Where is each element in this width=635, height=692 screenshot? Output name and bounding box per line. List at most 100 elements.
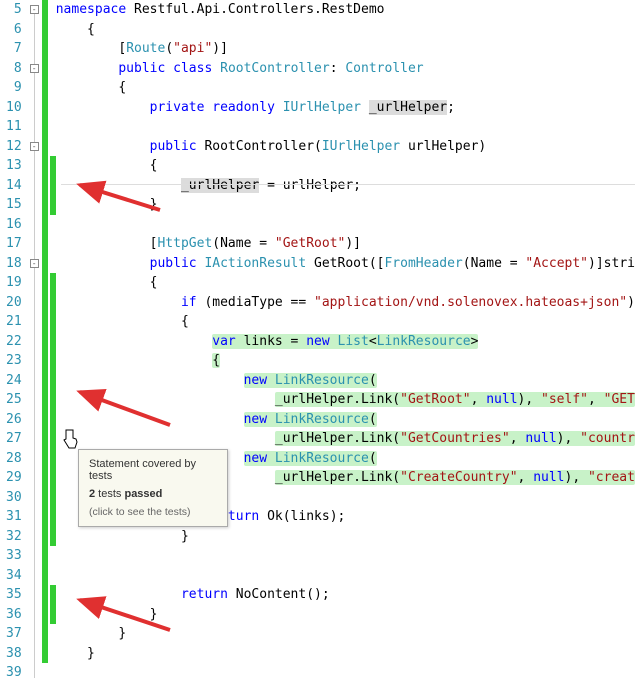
code-line[interactable]: public IActionResult GetRoot([FromHeader… <box>56 254 635 274</box>
coverage-indicator[interactable] <box>42 195 48 215</box>
code-line[interactable]: namespace Restful.Api.Controllers.RestDe… <box>56 0 635 20</box>
coverage-indicator[interactable] <box>50 468 56 488</box>
coverage-indicator[interactable] <box>42 312 48 332</box>
code-line[interactable] <box>56 566 635 586</box>
coverage-indicator[interactable] <box>42 293 48 313</box>
coverage-indicator[interactable] <box>42 332 48 352</box>
coverage-indicator[interactable] <box>50 371 56 391</box>
code-line[interactable]: [Route("api")] <box>56 39 635 59</box>
coverage-indicator[interactable] <box>42 273 48 293</box>
code-line[interactable]: var links = new List<LinkResource> <box>56 332 635 352</box>
code-line[interactable]: [HttpGet(Name = "GetRoot")] <box>56 234 635 254</box>
coverage-indicator[interactable] <box>50 273 56 293</box>
coverage-indicator[interactable] <box>50 449 56 469</box>
fold-toggle-icon[interactable]: - <box>30 64 39 73</box>
fold-toggle-icon[interactable]: - <box>30 142 39 151</box>
coverage-indicator[interactable] <box>42 429 48 449</box>
tooltip-title: Statement covered by tests <box>89 458 217 482</box>
line-number: 39 <box>0 663 22 683</box>
code-line[interactable]: _urlHelper.Link("GetCountries", null), "… <box>56 429 635 449</box>
coverage-gutter-1[interactable] <box>41 0 48 683</box>
code-line[interactable]: } <box>56 527 635 547</box>
coverage-indicator[interactable] <box>42 566 48 586</box>
coverage-indicator[interactable] <box>42 449 48 469</box>
coverage-indicator[interactable] <box>42 176 48 196</box>
code-line[interactable]: } <box>56 644 635 664</box>
fold-toggle-icon[interactable]: - <box>30 259 39 268</box>
coverage-indicator[interactable] <box>42 20 48 40</box>
coverage-indicator[interactable] <box>50 429 56 449</box>
code-line[interactable] <box>56 215 635 235</box>
code-line[interactable] <box>56 663 635 683</box>
code-line[interactable]: return NoContent(); <box>56 585 635 605</box>
coverage-gutter-2[interactable] <box>49 0 56 683</box>
coverage-indicator[interactable] <box>42 468 48 488</box>
coverage-indicator[interactable] <box>50 410 56 430</box>
coverage-tooltip[interactable]: Statement covered by tests 2 tests passe… <box>78 449 228 527</box>
coverage-indicator[interactable] <box>42 488 48 508</box>
coverage-indicator[interactable] <box>50 507 56 527</box>
code-line[interactable]: new LinkResource( <box>56 410 635 430</box>
coverage-indicator[interactable] <box>42 585 48 605</box>
coverage-indicator[interactable] <box>50 312 56 332</box>
coverage-indicator[interactable] <box>42 390 48 410</box>
coverage-indicator[interactable] <box>42 546 48 566</box>
coverage-indicator[interactable] <box>50 390 56 410</box>
coverage-indicator[interactable] <box>50 332 56 352</box>
code-line[interactable]: public class RootController: Controller <box>56 59 635 79</box>
fold-gutter[interactable]: - - - - <box>28 0 42 683</box>
coverage-indicator[interactable] <box>50 176 56 196</box>
coverage-indicator[interactable] <box>42 254 48 274</box>
coverage-indicator[interactable] <box>42 98 48 118</box>
coverage-indicator[interactable] <box>42 234 48 254</box>
coverage-indicator[interactable] <box>42 78 48 98</box>
fold-toggle-icon[interactable]: - <box>30 5 39 14</box>
code-line[interactable]: _urlHelper = urlHelper; <box>56 176 635 196</box>
coverage-indicator[interactable] <box>50 195 56 215</box>
coverage-indicator[interactable] <box>50 488 56 508</box>
code-line[interactable]: private readonly IUrlHelper _urlHelper; <box>56 98 635 118</box>
coverage-indicator[interactable] <box>42 117 48 137</box>
code-editor[interactable]: 5678910111213141516171819202122232425262… <box>0 0 635 683</box>
coverage-indicator[interactable] <box>42 0 48 20</box>
code-line[interactable]: } <box>56 624 635 644</box>
code-line[interactable]: if (mediaType == "application/vnd.soleno… <box>56 293 635 313</box>
coverage-indicator[interactable] <box>42 59 48 79</box>
coverage-indicator[interactable] <box>42 624 48 644</box>
coverage-indicator[interactable] <box>42 527 48 547</box>
coverage-indicator[interactable] <box>50 293 56 313</box>
coverage-indicator[interactable] <box>42 351 48 371</box>
coverage-indicator[interactable] <box>42 644 48 664</box>
code-line[interactable]: { <box>56 351 635 371</box>
coverage-indicator[interactable] <box>50 527 56 547</box>
code-line[interactable]: new LinkResource( <box>56 371 635 391</box>
code-line[interactable] <box>56 546 635 566</box>
code-line[interactable]: { <box>56 156 635 176</box>
coverage-indicator[interactable] <box>50 156 56 176</box>
code-line[interactable]: } <box>56 195 635 215</box>
coverage-indicator[interactable] <box>42 371 48 391</box>
coverage-indicator[interactable] <box>42 410 48 430</box>
code-area[interactable]: namespace Restful.Api.Controllers.RestDe… <box>56 0 635 683</box>
coverage-indicator[interactable] <box>50 351 56 371</box>
line-number: 28 <box>0 449 22 469</box>
code-line[interactable]: { <box>56 20 635 40</box>
coverage-indicator[interactable] <box>42 39 48 59</box>
code-line[interactable]: _urlHelper.Link("GetRoot", null), "self"… <box>56 390 635 410</box>
coverage-indicator[interactable] <box>42 137 48 157</box>
code-line[interactable]: } <box>56 605 635 625</box>
code-line[interactable]: public RootController(IUrlHelper urlHelp… <box>56 137 635 157</box>
coverage-indicator[interactable] <box>42 215 48 235</box>
line-number: 23 <box>0 351 22 371</box>
code-line[interactable]: { <box>56 78 635 98</box>
code-line[interactable]: { <box>56 273 635 293</box>
coverage-indicator[interactable] <box>42 605 48 625</box>
line-number: 6 <box>0 20 22 40</box>
tooltip-hint: (click to see the tests) <box>89 506 217 518</box>
code-line[interactable] <box>56 117 635 137</box>
coverage-indicator[interactable] <box>50 605 56 625</box>
coverage-indicator[interactable] <box>42 507 48 527</box>
code-line[interactable]: { <box>56 312 635 332</box>
coverage-indicator[interactable] <box>50 585 56 605</box>
coverage-indicator[interactable] <box>42 156 48 176</box>
